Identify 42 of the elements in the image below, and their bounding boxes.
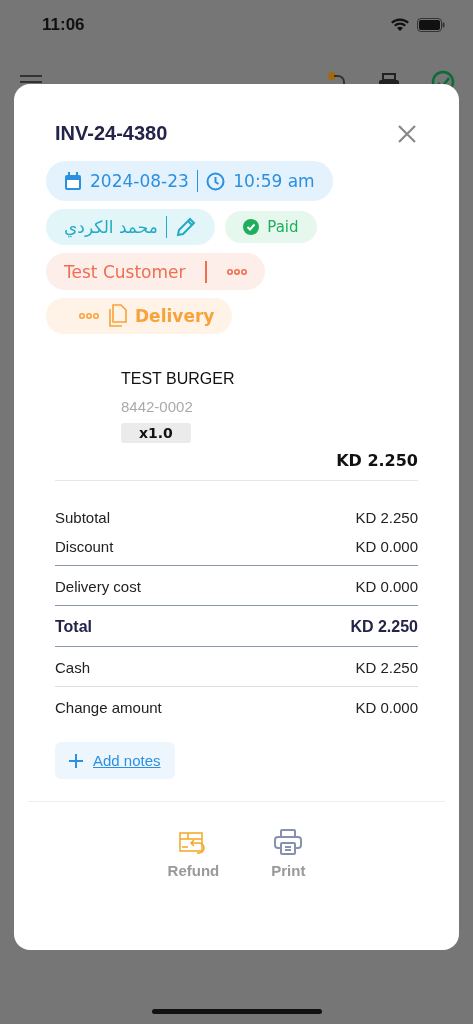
pencil-icon xyxy=(175,216,198,238)
invoice-number: INV-24-4380 xyxy=(55,122,168,145)
summary-label: Change amount xyxy=(55,699,162,716)
status-text: Paid xyxy=(267,218,299,236)
cashier-name: محمد الكردي xyxy=(64,217,158,237)
summary-value: KD 0.000 xyxy=(355,578,418,595)
check-circle-icon xyxy=(243,219,260,235)
close-button[interactable] xyxy=(396,122,418,145)
summary-value: KD 0.000 xyxy=(355,538,418,555)
summary-value: KD 2.250 xyxy=(355,509,418,526)
summary-value: KD 2.250 xyxy=(355,659,418,676)
date-text: 2024-08-23 xyxy=(90,171,189,191)
more-icon xyxy=(226,268,247,275)
customer-name: Test Customer xyxy=(64,261,186,282)
summary-label: Cash xyxy=(55,659,91,676)
cashier-chip[interactable]: محمد الكردي xyxy=(46,209,216,245)
more-icon xyxy=(79,313,99,319)
order-type-chip[interactable]: Delivery xyxy=(46,298,233,334)
time-text: 10:59 am xyxy=(233,171,315,191)
summary-label: Total xyxy=(55,618,93,636)
plus-icon xyxy=(69,753,83,768)
summary-value: KD 0.000 xyxy=(355,699,418,716)
clock-icon xyxy=(206,171,226,191)
customer-chip[interactable]: Test Customer xyxy=(46,253,265,290)
item-name: TEST BURGER xyxy=(121,370,235,388)
printer-icon xyxy=(273,828,304,856)
status-time: 11:06 xyxy=(42,15,85,35)
print-button[interactable]: Print xyxy=(271,828,306,879)
wifi-icon xyxy=(391,18,409,32)
order-type-text: Delivery xyxy=(135,306,215,326)
summary-label: Discount xyxy=(55,538,114,555)
add-notes-button[interactable]: Add notes xyxy=(55,742,175,779)
summary-value: KD 2.250 xyxy=(350,618,418,636)
item-code: 8442-0002 xyxy=(121,398,193,415)
battery-icon xyxy=(417,18,445,32)
item-price: KD 2.250 xyxy=(336,451,418,470)
refund-button[interactable]: Refund xyxy=(167,828,220,879)
summary-label: Subtotal xyxy=(55,509,111,526)
summary-label: Delivery cost xyxy=(55,578,141,595)
quantity-badge: x1.0 xyxy=(121,423,191,443)
documents-icon xyxy=(107,304,127,328)
calendar-icon xyxy=(64,171,82,191)
